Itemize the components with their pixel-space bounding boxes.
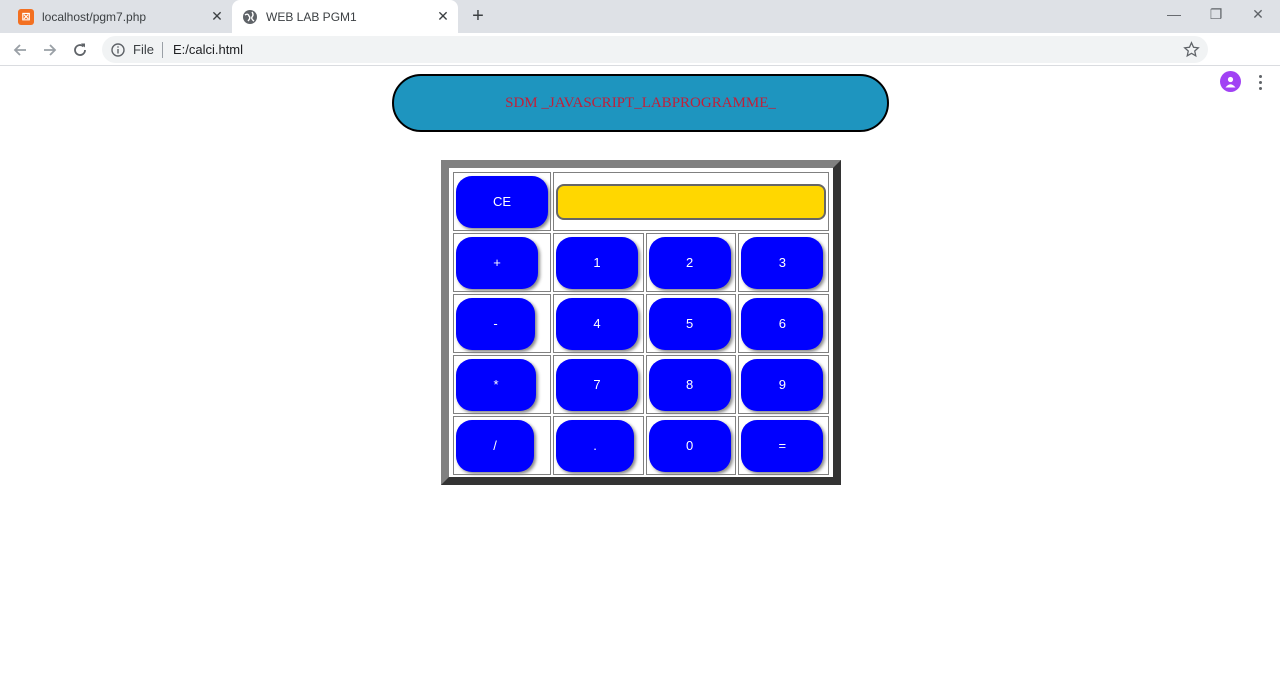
decimal-button[interactable]: . (556, 419, 634, 472)
cell: 1 (553, 233, 644, 292)
cell: = (738, 416, 829, 475)
restore-icon[interactable]: ❐ (1194, 0, 1238, 28)
scheme-label: File (133, 42, 154, 57)
digit-9-button[interactable]: 9 (741, 358, 824, 411)
calculator-grid: CE + 1 2 3 - 4 5 6 * 7 8 9 / . 0 = (451, 170, 831, 477)
digit-0-button[interactable]: 0 (648, 419, 731, 472)
address-bar[interactable]: File E:/calci.html (102, 36, 1208, 63)
digit-3-button[interactable]: 3 (741, 236, 824, 289)
calculator-display[interactable] (556, 183, 826, 220)
browser-toolbar: File E:/calci.html (0, 33, 1280, 92)
cell: 3 (738, 233, 829, 292)
cell: CE (453, 172, 551, 231)
cell: 8 (645, 355, 737, 414)
equals-button[interactable]: = (741, 419, 824, 472)
digit-7-button[interactable]: 7 (556, 358, 638, 411)
tab-web-lab-pgm1[interactable]: WEB LAB PGM1 ✕ (232, 0, 458, 33)
multiply-button[interactable]: * (456, 358, 536, 411)
tab-title: localhost/pgm7.php (42, 9, 147, 24)
cell: 0 (645, 416, 737, 475)
menu-dots-icon[interactable] (1250, 71, 1270, 93)
tab-strip: ⊠ localhost/pgm7.php ✕ WEB LAB PGM1 ✕ + … (0, 0, 1280, 33)
bookmark-star-icon[interactable] (1183, 41, 1200, 58)
tab-title: WEB LAB PGM1 (266, 9, 357, 24)
calculator: CE + 1 2 3 - 4 5 6 * 7 8 9 / . 0 = (441, 160, 841, 485)
cell: * (453, 355, 551, 414)
cell: / (453, 416, 551, 475)
back-arrow-icon[interactable] (7, 37, 33, 63)
cell: 5 (645, 294, 737, 353)
subtract-button[interactable]: - (456, 297, 535, 350)
digit-1-button[interactable]: 1 (556, 236, 638, 289)
info-icon[interactable] (111, 42, 125, 57)
forward-arrow-icon[interactable] (37, 37, 63, 63)
cell: + (453, 233, 551, 292)
xampp-icon: ⊠ (18, 8, 34, 25)
cell: . (553, 416, 644, 475)
add-button[interactable]: + (456, 236, 538, 289)
separator (161, 41, 163, 58)
cell (553, 172, 829, 231)
url-text[interactable]: E:/calci.html (173, 42, 243, 57)
cell: 6 (738, 294, 829, 353)
divide-button[interactable]: / (456, 419, 534, 472)
new-tab-button[interactable]: + (466, 4, 490, 28)
digit-8-button[interactable]: 8 (648, 358, 731, 411)
close-icon[interactable]: ✕ (206, 6, 228, 28)
clear-button[interactable]: CE (456, 175, 548, 228)
window-close-icon[interactable]: ✕ (1236, 0, 1280, 28)
digit-4-button[interactable]: 4 (556, 297, 638, 350)
page-banner: SDM _JAVASCRIPT_LABPROGRAMME_ (392, 74, 889, 132)
digit-5-button[interactable]: 5 (648, 297, 731, 350)
minimize-icon[interactable]: — (1152, 0, 1196, 28)
globe-icon (243, 9, 257, 24)
digit-6-button[interactable]: 6 (741, 297, 824, 350)
close-icon[interactable]: ✕ (432, 6, 454, 28)
cell: 9 (738, 355, 829, 414)
cell: 4 (553, 294, 644, 353)
digit-2-button[interactable]: 2 (648, 236, 731, 289)
cell: 2 (645, 233, 737, 292)
profile-avatar[interactable] (1220, 71, 1241, 92)
tab-localhost-pgm7[interactable]: ⊠ localhost/pgm7.php ✕ (8, 0, 232, 33)
cell: 7 (553, 355, 644, 414)
reload-icon[interactable] (67, 37, 93, 63)
cell: - (453, 294, 551, 353)
